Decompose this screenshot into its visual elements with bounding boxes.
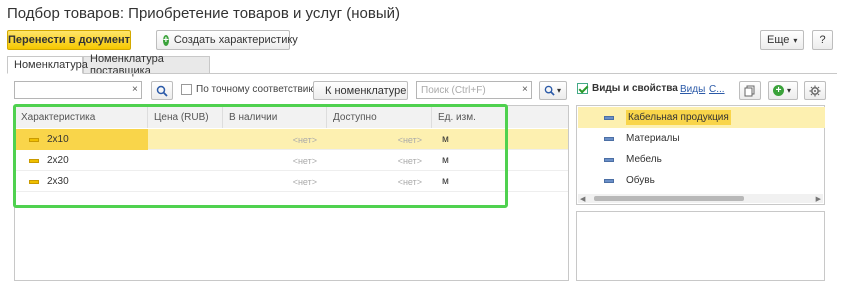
exact-match-label: По точному соответствию (196, 84, 316, 95)
more-button[interactable]: Еще ▾ (760, 30, 804, 50)
group-icon (604, 136, 614, 141)
column-header-in-stock[interactable]: В наличии (223, 106, 327, 128)
search-clear-button[interactable]: × (522, 84, 528, 95)
price-cell (148, 129, 223, 150)
available-cell: <нет> (397, 134, 422, 145)
characteristic-icon (29, 179, 39, 184)
tree-item[interactable]: Мебель (578, 149, 825, 170)
column-header-price[interactable]: Цена (RUB) (148, 106, 223, 128)
copy-icon (744, 85, 755, 96)
filter-input[interactable] (14, 81, 142, 99)
characteristic-icon (29, 158, 39, 163)
filter-clear-button[interactable]: × (132, 84, 138, 95)
search-icon (156, 85, 168, 97)
available-cell: <нет> (397, 155, 422, 166)
price-cell (148, 171, 223, 192)
transfer-to-document-button[interactable]: Перенести в документ (7, 30, 131, 50)
tab-divider (7, 73, 837, 74)
characteristic-name: 2x20 (47, 155, 69, 166)
characteristic-name: 2x30 (47, 176, 69, 187)
characteristics-table: Характеристика Цена (RUB) В наличии Дост… (14, 105, 569, 281)
search-icon (544, 85, 555, 96)
filter-search-button[interactable] (151, 81, 173, 100)
table-row[interactable]: 2x10 <нет> <нет> м (15, 129, 568, 150)
create-characteristic-label: Создать характеристику (173, 34, 298, 46)
exact-match-checkbox[interactable]: По точному соответствию (181, 84, 316, 95)
copy-button[interactable] (739, 81, 761, 100)
characteristic-cell: 2x30 (15, 171, 148, 192)
chevron-down-icon: ▾ (793, 35, 798, 45)
in-stock-cell: <нет> (292, 134, 317, 145)
search-placeholder: Поиск (Ctrl+F) (421, 84, 486, 96)
group-icon (604, 178, 614, 183)
horizontal-scrollbar[interactable]: ◀ ▶ (578, 194, 823, 203)
settings-button[interactable] (804, 81, 826, 100)
in-stock-cell: <нет> (292, 176, 317, 187)
group-icon (604, 157, 614, 162)
unit-cell: м (442, 155, 449, 166)
tree-item-label: Кабельная продукция (626, 110, 731, 125)
properties-link[interactable]: С... (709, 84, 725, 95)
tree-item-label: Мебель (626, 154, 662, 165)
types-properties-label: Виды и свойства (592, 83, 678, 94)
properties-panel (576, 211, 825, 281)
price-cell (148, 150, 223, 171)
table-row[interactable]: 2x30 <нет> <нет> м (15, 171, 568, 192)
column-header-unit[interactable]: Ед. изм. (432, 106, 568, 128)
help-button[interactable]: ? (812, 30, 833, 50)
scroll-right-icon[interactable]: ▶ (816, 195, 821, 203)
window-title: Подбор товаров: Приобретение товаров и у… (7, 5, 401, 22)
chevron-down-icon: ▾ (787, 86, 792, 95)
tree-item-label: Материалы (626, 133, 680, 144)
chevron-down-icon: ▾ (557, 86, 562, 95)
to-nomenclature-button[interactable]: К номенклатуре (313, 81, 408, 100)
unit-cell: м (442, 176, 449, 187)
to-nomenclature-label: К номенклатуре (325, 84, 407, 97)
checkbox-icon (181, 84, 192, 95)
more-label: Еще (767, 34, 790, 46)
groups-tree: Кабельная продукция Материалы Мебель Обу… (576, 105, 825, 205)
checkbox-icon (577, 83, 588, 94)
tree-item[interactable]: Обувь (578, 170, 825, 191)
unit-cell: м (442, 134, 449, 145)
types-properties-toggle[interactable]: Виды и свойства (577, 83, 678, 94)
scrollbar-thumb[interactable] (594, 196, 744, 201)
plus-icon: + (773, 85, 784, 96)
tree-item[interactable]: Материалы (578, 128, 825, 149)
search-options-button[interactable]: ▾ (539, 81, 567, 100)
characteristic-name: 2x10 (47, 134, 69, 145)
types-link[interactable]: Виды (680, 84, 705, 95)
search-input[interactable]: Поиск (Ctrl+F) (416, 81, 532, 99)
tab-nomenclature[interactable]: Номенклатура (7, 56, 88, 74)
table-row[interactable]: 2x20 <нет> <нет> м (15, 150, 568, 171)
plus-icon: + (163, 34, 169, 46)
in-stock-cell: <нет> (292, 155, 317, 166)
add-button[interactable]: + ▾ (768, 81, 798, 100)
tree-item[interactable]: Кабельная продукция (578, 107, 825, 128)
column-header-characteristic[interactable]: Характеристика (15, 106, 148, 128)
characteristic-icon (29, 137, 39, 142)
tab-supplier-nomenclature[interactable]: Номенклатура поставщика (83, 53, 210, 77)
tree-item-label: Обувь (626, 175, 655, 186)
scroll-left-icon[interactable]: ◀ (580, 195, 585, 203)
available-cell: <нет> (397, 176, 422, 187)
group-icon (604, 115, 614, 120)
characteristic-cell: 2x20 (15, 150, 148, 171)
column-header-available[interactable]: Доступно (327, 106, 432, 128)
gear-icon (809, 85, 821, 96)
characteristic-cell: 2x10 (15, 129, 148, 150)
create-characteristic-button[interactable]: + Создать характеристику (156, 30, 298, 50)
